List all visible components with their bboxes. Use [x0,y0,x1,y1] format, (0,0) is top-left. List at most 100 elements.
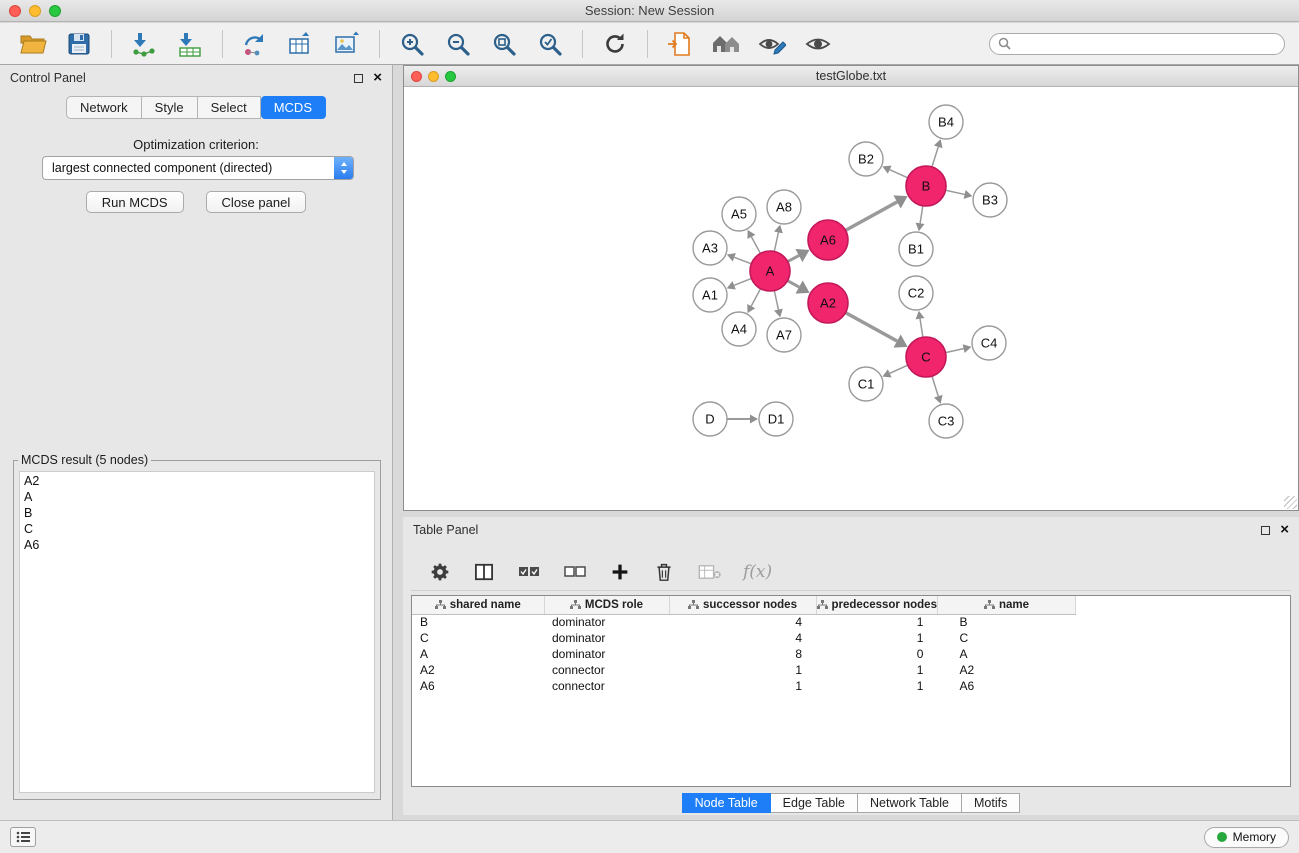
criterion-dropdown[interactable]: largest connected component (directed) [42,156,354,180]
table-cell[interactable]: A2 [937,662,1075,678]
show-columns-button[interactable] [471,555,497,589]
table-cell[interactable]: 4 [669,614,816,630]
table-row[interactable]: A2connector11A2 [412,662,1075,678]
column-header-predecessor-nodes[interactable]: predecessor nodes [816,596,937,614]
network-edge[interactable] [751,237,760,254]
column-header-successor-nodes[interactable]: successor nodes [669,596,816,614]
network-edge[interactable] [932,147,938,167]
network-edge[interactable] [946,190,965,194]
column-header-shared-name[interactable]: shared name [412,596,544,614]
table-cell[interactable]: A [412,646,544,662]
tab-style[interactable]: Style [142,96,198,119]
run-mcds-button[interactable]: Run MCDS [86,191,184,213]
table-cell[interactable]: 4 [669,630,816,646]
tab-network[interactable]: Network [66,96,142,119]
table-cell[interactable]: 1 [816,662,937,678]
zoom-selected-button[interactable] [531,27,569,61]
close-window-button[interactable] [9,5,21,17]
delete-column-button[interactable] [651,555,677,589]
table-cell[interactable]: 1 [669,678,816,694]
minimize-window-button[interactable] [29,5,41,17]
network-edge[interactable] [920,206,923,224]
table-cell[interactable]: 8 [669,646,816,662]
zoom-in-button[interactable] [393,27,431,61]
create-column-button[interactable] [607,555,633,589]
import-table-button[interactable] [171,27,209,61]
table-cell[interactable]: 1 [816,630,937,646]
tab-network-table[interactable]: Network Table [858,793,962,813]
network-edge[interactable] [920,319,923,338]
network-edge[interactable] [788,256,799,262]
table-cell[interactable]: connector [544,662,669,678]
network-edge[interactable] [932,376,938,396]
resize-corner[interactable] [1284,496,1297,509]
import-network-button[interactable] [125,27,163,61]
task-history-button[interactable] [10,827,36,847]
mcds-result-list[interactable]: A2ABCA6 [19,471,375,793]
function-builder-button[interactable]: f(x) [743,562,772,582]
network-edge[interactable] [788,281,800,287]
network-zoom-button[interactable] [445,71,456,82]
network-canvas[interactable]: B4B2BB3A5A8A6A3B1AC2A1A2A4A7C4CC1C3DD1 [404,87,1298,510]
open-network-file-button[interactable] [661,27,699,61]
export-table-button[interactable] [282,27,320,61]
table-row[interactable]: A6connector11A6 [412,678,1075,694]
refresh-layout-button[interactable] [596,27,634,61]
table-cell[interactable]: C [412,630,544,646]
zoom-out-button[interactable] [439,27,477,61]
save-session-button[interactable] [60,27,98,61]
network-edge[interactable] [751,289,760,306]
export-network-button[interactable] [236,27,274,61]
network-edge[interactable] [774,232,778,251]
tab-mcds[interactable]: MCDS [261,96,326,119]
hide-selected-button[interactable] [753,27,791,61]
export-image-button[interactable] [328,27,366,61]
first-neighbors-button[interactable] [707,27,745,61]
network-close-button[interactable] [411,71,422,82]
column-header-mcds-role[interactable]: MCDS role [544,596,669,614]
network-edge[interactable] [846,313,898,341]
table-cell[interactable]: 1 [816,678,937,694]
table-row[interactable]: Cdominator41C [412,630,1075,646]
table-cell[interactable]: dominator [544,614,669,630]
search-box[interactable] [989,33,1285,55]
network-edge[interactable] [734,257,751,264]
result-item[interactable]: C [20,521,374,537]
close-table-panel-icon[interactable]: × [1280,525,1289,535]
memory-button[interactable]: Memory [1204,827,1289,848]
table-cell[interactable]: A2 [412,662,544,678]
network-edge[interactable] [734,278,751,285]
open-session-button[interactable] [14,27,52,61]
table-cell[interactable]: B [937,614,1075,630]
table-cell[interactable]: dominator [544,646,669,662]
column-header-name[interactable]: name [937,596,1075,614]
tab-edge-table[interactable]: Edge Table [771,793,858,813]
table-row[interactable]: Bdominator41B [412,614,1075,630]
close-panel-icon[interactable]: × [373,73,382,83]
zoom-fit-button[interactable] [485,27,523,61]
table-cell[interactable]: dominator [544,630,669,646]
tab-select[interactable]: Select [198,96,261,119]
table-cell[interactable]: C [937,630,1075,646]
float-panel-icon[interactable] [354,74,363,83]
zoom-window-button[interactable] [49,5,61,17]
network-edge[interactable] [890,170,908,178]
table-cell[interactable]: A6 [412,678,544,694]
close-panel-button[interactable]: Close panel [206,191,307,213]
select-all-columns-button[interactable] [515,555,543,589]
float-table-panel-icon[interactable] [1261,526,1270,535]
network-edge[interactable] [774,291,778,310]
result-item[interactable]: A6 [20,537,374,553]
table-cell[interactable]: 1 [669,662,816,678]
table-cell[interactable]: B [412,614,544,630]
table-cell[interactable]: 1 [816,614,937,630]
deselect-all-columns-button[interactable] [561,555,589,589]
table-cell[interactable]: A6 [937,678,1075,694]
search-input[interactable] [1016,37,1276,51]
tab-node-table[interactable]: Node Table [682,793,771,813]
table-cell[interactable]: A [937,646,1075,662]
network-edge[interactable] [846,202,898,230]
result-item[interactable]: B [20,505,374,521]
result-item[interactable]: A [20,489,374,505]
table-row[interactable]: Adominator80A [412,646,1075,662]
